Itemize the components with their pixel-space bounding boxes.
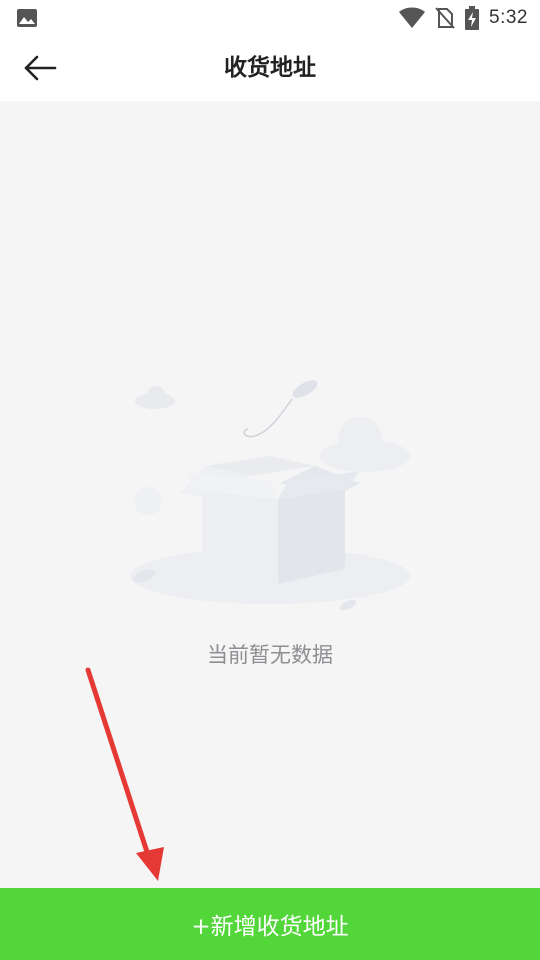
arrow-left-icon: [24, 55, 57, 81]
add-address-button[interactable]: +新增收货地址: [0, 888, 540, 960]
back-button[interactable]: [20, 50, 60, 86]
address-screen: 5:32 收货地址 当前暂无数据 +新增收货地址: [0, 0, 540, 960]
wifi-icon: [399, 7, 426, 28]
annotation-arrow: [85, 667, 164, 881]
status-time: 5:32: [489, 7, 528, 28]
no-sim-icon: [435, 7, 455, 29]
image-icon: [17, 9, 37, 27]
status-bar: 5:32: [0, 0, 540, 36]
status-icons: 5:32: [399, 5, 528, 31]
empty-box-illustration: [130, 380, 410, 611]
app-bar: 收货地址: [0, 36, 540, 101]
page-title: 收货地址: [224, 55, 316, 81]
battery-charging-icon: [465, 6, 480, 30]
